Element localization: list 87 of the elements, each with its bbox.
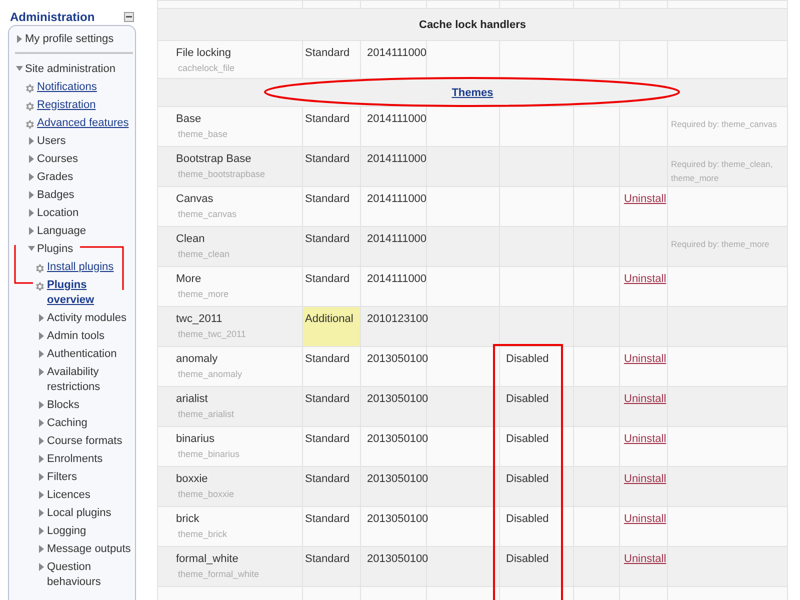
plugin-name: brick [176, 513, 200, 525]
tree-node[interactable]: Caching [47, 416, 88, 430]
status-label: Disabled [506, 553, 549, 565]
tree-node[interactable]: Grades [37, 170, 74, 184]
plugin-name: formal_white [176, 553, 240, 565]
version-number: 2013050100 [367, 553, 428, 565]
settings-link[interactable]: Registration [37, 98, 96, 112]
status-label: Disabled [506, 353, 549, 365]
plugin-name: anomaly [176, 353, 219, 365]
version-number: 2014111000 [367, 233, 427, 245]
tree-node[interactable]: Admin tools [47, 328, 104, 344]
version-number: 2010123100 [367, 313, 428, 325]
version-number: 2013050100 [367, 393, 428, 405]
plugin-name: Base [176, 113, 202, 125]
plugin-name: Bootstrap Base [176, 153, 252, 165]
tree-node[interactable]: Language [37, 224, 86, 238]
tree-node[interactable]: Availability restrictions [47, 364, 135, 394]
plugin-name: Clean [176, 233, 206, 245]
plugin-name: binarius [176, 433, 216, 445]
plugin-name: More [176, 273, 202, 285]
plugin-component: theme_twc_2011 [177, 329, 247, 339]
plugin-component: theme_anomaly [177, 369, 244, 379]
version-number: 2013050100 [367, 513, 428, 525]
gear-icon [34, 262, 44, 274]
plugin-component: theme_canvas [177, 209, 238, 219]
plugin-name: twc_2011 [176, 313, 224, 325]
status-label: Disabled [506, 513, 549, 525]
plugin-name: boxxie [176, 473, 209, 485]
tree-node[interactable]: Local plugins [47, 506, 112, 520]
plugin-component: theme_base [177, 129, 229, 139]
plugin-component: theme_boxxie [177, 489, 236, 499]
section-link[interactable]: Themes [452, 86, 494, 98]
dependency-note: Required by: theme_clean, theme_more [671, 158, 774, 185]
tree-node[interactable]: Question behaviours [47, 560, 135, 590]
tree-node[interactable]: Badges [37, 188, 74, 202]
gear-icon [34, 280, 44, 292]
plugin-component: theme_clean [177, 249, 231, 259]
tree-node[interactable]: Activity modules [47, 310, 126, 326]
plugin-component: theme_bootstrapbase [177, 169, 266, 179]
plugin-component: theme_brick [177, 529, 228, 539]
tree-node[interactable]: Location [37, 206, 79, 220]
dependency-note: Required by: theme_more [671, 238, 770, 251]
block-title: Administration [10, 10, 95, 24]
status-label: Disabled [506, 473, 549, 485]
version-number: 2013050100 [367, 353, 428, 365]
gear-icon [24, 82, 34, 94]
tree-node[interactable]: Enrolments [47, 452, 103, 466]
settings-link[interactable]: Notifications [37, 80, 97, 94]
tree-node[interactable]: Authentication [47, 346, 117, 362]
version-number: 2014111000 [367, 273, 427, 285]
version-number: 2013050100 [367, 473, 428, 485]
version-number: 2013050100 [367, 433, 428, 445]
settings-link[interactable]: Advanced features [37, 116, 129, 130]
plugin-component: theme_formal_white [177, 569, 260, 579]
settings-link[interactable]: Install plugins [47, 260, 114, 274]
plugin-component: theme_binarius [177, 449, 241, 459]
plugin-component: cachelock_file [177, 63, 236, 73]
dependency-note: Required by: theme_canvas [671, 118, 778, 131]
tree-node[interactable]: Site administration [25, 62, 116, 76]
collapse-icon[interactable] [124, 12, 134, 22]
tree-node[interactable]: Logging [47, 524, 86, 538]
tree-node[interactable]: Plugins [37, 242, 74, 256]
tree-node[interactable]: Filters [47, 470, 77, 484]
version-number: 2014111000 [367, 47, 427, 59]
settings-link[interactable]: Plugins overview [47, 278, 135, 308]
tree-node[interactable]: Courses [37, 152, 78, 166]
tree-node[interactable]: My profile settings [25, 32, 114, 46]
plugin-component: theme_arialist [177, 409, 236, 419]
annotation-line [14, 245, 33, 284]
section-header: Cache lock handlers [419, 18, 526, 30]
plugin-component: theme_more [177, 289, 230, 299]
version-number: 2014111000 [367, 153, 427, 165]
status-label: Disabled [506, 433, 549, 445]
gear-icon [24, 100, 34, 112]
plugin-name: arialist [176, 393, 209, 405]
gear-icon [24, 118, 34, 130]
plugin-name: Canvas [176, 193, 214, 205]
tree-node[interactable]: Blocks [47, 398, 80, 412]
plugin-name: File locking [176, 47, 232, 59]
version-number: 2014111000 [367, 193, 427, 205]
tree-node[interactable]: Users [37, 134, 66, 148]
status-label: Disabled [506, 393, 549, 405]
tree-node[interactable]: Message outputs [47, 542, 131, 556]
tree-node[interactable]: Course formats [47, 434, 122, 448]
source-cell: Additional [302, 306, 360, 346]
tree-node[interactable]: Licences [47, 488, 90, 502]
version-number: 2014111000 [367, 113, 427, 125]
